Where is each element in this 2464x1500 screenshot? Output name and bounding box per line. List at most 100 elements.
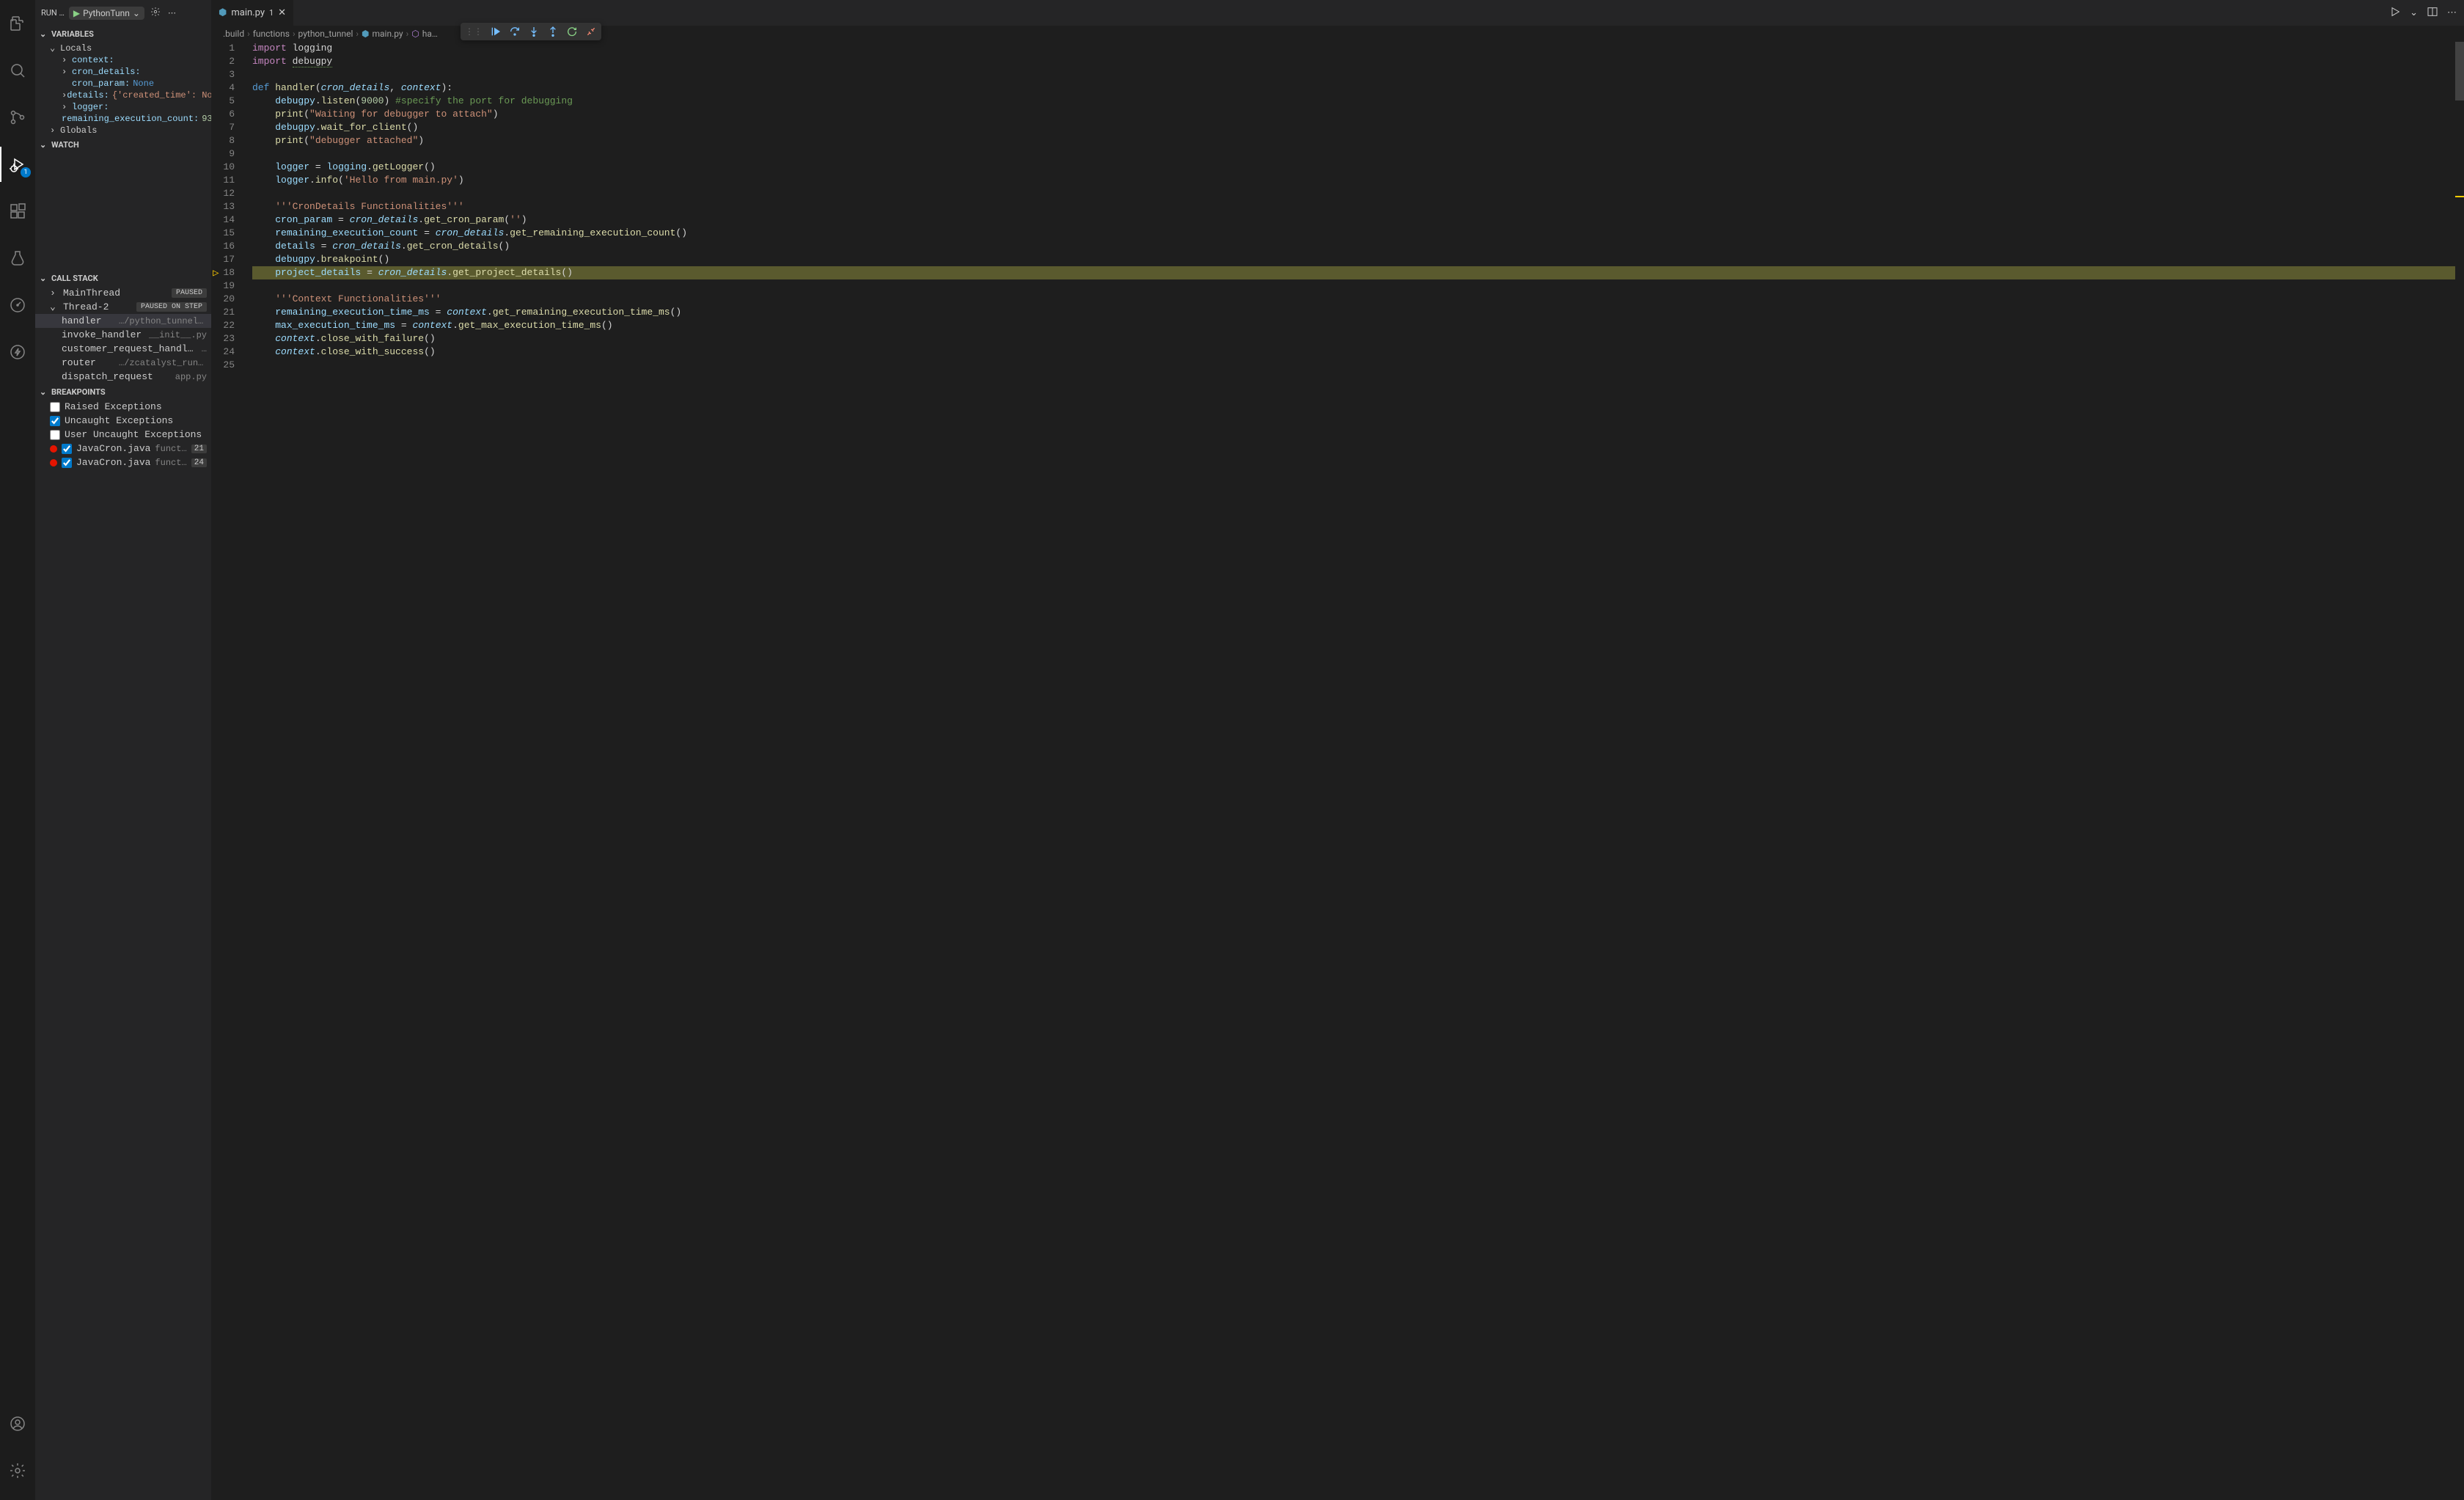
code-line[interactable]: remaining_execution_count = cron_details…	[252, 227, 2455, 240]
code-line[interactable]: project_details = cron_details.get_proje…	[252, 266, 2455, 279]
more-icon[interactable]: ⋯	[2447, 7, 2457, 18]
line-number[interactable]: 6	[211, 108, 235, 121]
scrollbar[interactable]	[2455, 42, 2464, 1500]
breakpoint-checkbox[interactable]	[50, 416, 60, 426]
code-line[interactable]	[252, 359, 2455, 372]
close-icon[interactable]: ✕	[278, 7, 286, 18]
line-number[interactable]: 7	[211, 121, 235, 134]
split-editor-icon[interactable]	[2427, 6, 2438, 21]
bolt-icon[interactable]	[0, 334, 35, 370]
breakpoint-checkbox[interactable]	[62, 458, 72, 468]
line-number[interactable]: 25	[211, 359, 235, 372]
code-line[interactable]: import logging	[252, 42, 2455, 55]
explorer-icon[interactable]	[0, 6, 35, 41]
extensions-icon[interactable]	[0, 194, 35, 229]
code-line[interactable]: '''CronDetails Functionalities'''	[252, 200, 2455, 213]
testing-icon[interactable]	[0, 241, 35, 276]
stack-frame[interactable]: dispatch_requestapp.py	[35, 370, 211, 384]
exception-breakpoint[interactable]: Uncaught Exceptions	[35, 414, 211, 428]
gear-icon[interactable]	[149, 5, 162, 21]
line-number[interactable]: 19	[211, 279, 235, 293]
step-out-button[interactable]	[547, 26, 559, 37]
line-number[interactable]: 4	[211, 81, 235, 95]
line-number[interactable]: 22	[211, 319, 235, 332]
code-line[interactable]	[252, 68, 2455, 81]
code-line[interactable]	[252, 187, 2455, 200]
variable-row[interactable]: ›details: {'created_time': Non…	[35, 89, 211, 101]
exception-breakpoint[interactable]: Raised Exceptions	[35, 400, 211, 414]
run-file-icon[interactable]	[2389, 6, 2401, 21]
scrollbar-thumb[interactable]	[2455, 42, 2464, 100]
stack-frame[interactable]: invoke_handler__init__.py	[35, 328, 211, 342]
disconnect-button[interactable]	[585, 26, 597, 37]
thread-row[interactable]: ⌄Thread-2PAUSED ON STEP	[35, 300, 211, 314]
code-line[interactable]: import debugpy	[252, 55, 2455, 68]
line-number[interactable]: 3	[211, 68, 235, 81]
breakpoint-checkbox[interactable]	[50, 430, 60, 440]
code-line[interactable]	[252, 279, 2455, 293]
watch-body[interactable]	[35, 153, 211, 270]
code-line[interactable]: cron_param = cron_details.get_cron_param…	[252, 213, 2455, 227]
variable-row[interactable]: cron_param: None	[35, 78, 211, 89]
variable-row[interactable]: ›logger:	[35, 101, 211, 113]
line-number[interactable]: 10	[211, 161, 235, 174]
line-number[interactable]: 12	[211, 187, 235, 200]
continue-button[interactable]	[490, 26, 502, 37]
more-icon[interactable]: ⋯	[166, 7, 177, 19]
debug-toolbar[interactable]: ⋮⋮	[461, 23, 601, 40]
code-line[interactable]: logger = logging.getLogger()	[252, 161, 2455, 174]
restart-button[interactable]	[566, 26, 578, 37]
line-number[interactable]: 8	[211, 134, 235, 147]
code-line[interactable]: '''Context Functionalities'''	[252, 293, 2455, 306]
code-line[interactable]: debugpy.listen(9000) #specify the port f…	[252, 95, 2455, 108]
code-line[interactable]: context.close_with_success()	[252, 345, 2455, 359]
step-into-button[interactable]	[528, 26, 540, 37]
code-line[interactable]: debugpy.breakpoint()	[252, 253, 2455, 266]
run-debug-icon[interactable]: 1	[0, 147, 35, 182]
step-over-button[interactable]	[509, 26, 521, 37]
file-breakpoint[interactable]: JavaCron.javafunctions/…21	[35, 442, 211, 456]
code-line[interactable]: max_execution_time_ms = context.get_max_…	[252, 319, 2455, 332]
variable-row[interactable]: ›context:	[35, 54, 211, 66]
variable-row[interactable]: remaining_execution_count: 933	[35, 113, 211, 125]
breakpoints-header[interactable]: ⌄ Breakpoints	[35, 384, 211, 400]
code-line[interactable]: details = cron_details.get_cron_details(…	[252, 240, 2455, 253]
line-number[interactable]: 1	[211, 42, 235, 55]
search-icon[interactable]	[0, 53, 35, 88]
exception-breakpoint[interactable]: User Uncaught Exceptions	[35, 428, 211, 442]
code-line[interactable]: print("debugger attached")	[252, 134, 2455, 147]
stack-frame[interactable]: router…/zcatalyst_runtim…	[35, 356, 211, 370]
line-number[interactable]: 13	[211, 200, 235, 213]
code-line[interactable]: logger.info('Hello from main.py')	[252, 174, 2455, 187]
code-line[interactable]: debugpy.wait_for_client()	[252, 121, 2455, 134]
chevron-down-icon[interactable]: ⌄	[2410, 7, 2418, 18]
breakpoint-checkbox[interactable]	[62, 444, 72, 454]
breadcrumbs[interactable]: .build› functions› python_tunnel› ⬢ main…	[211, 26, 2464, 42]
code-line[interactable]: remaining_execution_time_ms = context.ge…	[252, 306, 2455, 319]
line-number[interactable]: 24	[211, 345, 235, 359]
thread-row[interactable]: ›MainThreadPAUSED	[35, 286, 211, 300]
line-number[interactable]: 18▷	[211, 266, 235, 279]
line-number[interactable]: 21	[211, 306, 235, 319]
line-number[interactable]: 16	[211, 240, 235, 253]
source-control-icon[interactable]	[0, 100, 35, 135]
code-line[interactable]: print("Waiting for debugger to attach")	[252, 108, 2455, 121]
locals-header[interactable]: ⌄Locals	[35, 42, 211, 54]
variable-row[interactable]: ›cron_details:	[35, 66, 211, 78]
line-number[interactable]: 9	[211, 147, 235, 161]
settings-icon[interactable]	[0, 1453, 35, 1488]
code-line[interactable]: def handler(cron_details, context):	[252, 81, 2455, 95]
line-number[interactable]: 17	[211, 253, 235, 266]
accounts-icon[interactable]	[0, 1406, 35, 1441]
stack-frame[interactable]: handler…/python_tunnel/…	[35, 314, 211, 328]
code-line[interactable]: context.close_with_failure()	[252, 332, 2455, 345]
code-editor[interactable]: 123456789101112131415161718▷192021222324…	[211, 42, 2464, 1500]
file-breakpoint[interactable]: JavaCron.javafunctions…24	[35, 456, 211, 469]
watch-header[interactable]: ⌄ Watch	[35, 136, 211, 153]
debug-config-selector[interactable]: ▶ PythonTunn ⌄	[69, 7, 144, 20]
line-number[interactable]: 23	[211, 332, 235, 345]
code-line[interactable]	[252, 147, 2455, 161]
globals-header[interactable]: ›Globals	[35, 125, 211, 136]
line-number[interactable]: 5	[211, 95, 235, 108]
breakpoint-checkbox[interactable]	[50, 402, 60, 412]
